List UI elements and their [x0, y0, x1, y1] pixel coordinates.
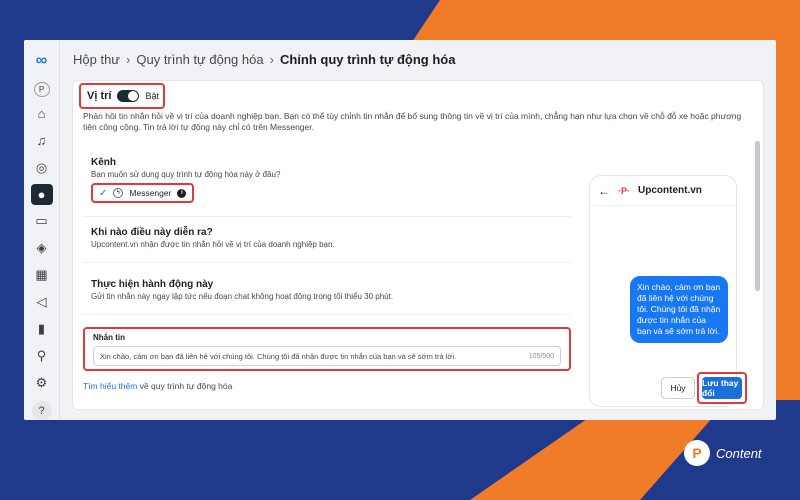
automation-editor-card: Vị trí Bật Phản hồi tin nhắn hỏi về vị t… — [72, 80, 764, 410]
breadcrumb-inbox[interactable]: Hộp thư — [73, 52, 120, 67]
message-label: Nhắn tin — [93, 333, 125, 342]
breadcrumb: Hộp thư › Quy trình tự động hóa › Chỉnh … — [73, 52, 455, 67]
preview-header: ← ·P· Upcontent.vn — [590, 176, 736, 206]
breadcrumb-automations[interactable]: Quy trình tự động hóa — [136, 52, 263, 67]
search-icon[interactable]: ⚲ — [31, 345, 53, 366]
learn-more-rest: về quy trình tự động hóa — [139, 381, 233, 391]
insights-chart-icon[interactable]: ▮ — [31, 318, 53, 339]
message-input[interactable]: Xin chào, cảm ơn bạn đã liên hệ với chún… — [93, 346, 561, 366]
page-avatar-icon[interactable]: P — [33, 82, 50, 98]
breadcrumb-separator-icon: › — [126, 52, 131, 67]
channel-title: Kênh — [91, 157, 116, 168]
learn-more-link[interactable]: Tìm hiểu thêm — [83, 381, 137, 391]
when-title: Khi nào điều này diễn ra? — [91, 227, 213, 238]
scrollbar[interactable] — [755, 141, 760, 291]
checkmark-icon: ✓ — [99, 187, 108, 199]
cancel-button[interactable]: Hủy — [661, 377, 695, 399]
character-counter: 105/500 — [528, 352, 554, 360]
pages-icon[interactable]: ▭ — [31, 211, 53, 232]
table-icon[interactable]: ▦ — [31, 265, 53, 286]
home-icon[interactable]: ⌂ — [31, 103, 53, 124]
trigger-description: Phản hồi tin nhắn hỏi về vị trí của doan… — [83, 111, 742, 132]
preview-page-name: Upcontent.vn — [638, 185, 702, 196]
upcontent-logo-icon: P — [684, 440, 710, 466]
toggle-label: Bật — [145, 91, 159, 101]
channel-subtitle: Bạn muốn sử dụng quy trình tự động hóa n… — [91, 170, 281, 179]
watermark-text: Content — [716, 445, 762, 461]
back-arrow-icon: ← — [598, 183, 610, 198]
trigger-header: Vị trí Bật — [79, 83, 165, 109]
breadcrumb-separator-icon: › — [269, 52, 274, 67]
notifications-bell-icon[interactable]: ♫ — [31, 130, 53, 151]
app-window: ∞ P ⌂ ♫ ◎ ● ▭ ◈ ▦ ◁ ▮ ⚲ ⚙ ? Hộp thư › Qu… — [24, 40, 776, 420]
inbox-chat-icon[interactable]: ● — [30, 183, 53, 205]
save-changes-button[interactable]: Lưu thay đổi — [702, 377, 742, 399]
trigger-title: Vị trí — [87, 90, 112, 102]
channel-option-label: Messenger — [129, 188, 172, 198]
page-title: Chỉnh quy trình tự động hóa — [279, 52, 456, 67]
settings-gear-icon[interactable]: ⚙ — [31, 372, 53, 393]
meta-logo-icon[interactable]: ∞ — [36, 52, 47, 70]
action-title: Thực hiện hành động này — [91, 279, 214, 290]
messenger-icon: ϟ — [113, 188, 124, 198]
channel-option-messenger[interactable]: ✓ ϟ Messenger i — [91, 183, 195, 203]
when-section: Khi nào điều này diễn ra? Upcontent.vn n… — [83, 221, 571, 263]
compass-icon[interactable]: ◎ — [31, 157, 53, 178]
learn-more-text: Tìm hiểu thêm về quy trình tự động hóa — [83, 381, 232, 391]
action-section: Thực hiện hành động này Gửi tin nhắn này… — [83, 273, 571, 315]
left-nav-rail: ∞ P ⌂ ♫ ◎ ● ▭ ◈ ▦ ◁ ▮ ⚲ ⚙ ? — [24, 40, 60, 420]
info-icon[interactable]: i — [177, 188, 187, 198]
page-logo-icon: ·P· — [618, 185, 630, 196]
trigger-toggle[interactable] — [117, 90, 140, 102]
channel-section: Kênh Bạn muốn sử dụng quy trình tự động … — [83, 151, 571, 217]
help-icon[interactable]: ? — [31, 401, 52, 420]
message-text: Xin chào, cảm ơn bạn đã liên hệ với chún… — [100, 351, 457, 361]
ads-icon[interactable]: ◈ — [31, 238, 53, 259]
message-editor: Nhắn tin Xin chào, cảm ơn bạn đã liên hệ… — [83, 327, 571, 371]
action-subtitle: Gửi tin nhắn này ngay lập tức nếu đoạn c… — [91, 292, 394, 301]
when-subtitle: Upcontent.vn nhận được tin nhắn hỏi về v… — [91, 240, 335, 249]
watermark-logo: P Content — [684, 440, 762, 466]
preview-message-bubble: Xin chào, cảm ơn bạn đã liên hệ với chún… — [630, 276, 728, 343]
megaphone-icon[interactable]: ◁ — [31, 292, 53, 313]
save-button-highlight: Lưu thay đổi — [697, 372, 747, 404]
